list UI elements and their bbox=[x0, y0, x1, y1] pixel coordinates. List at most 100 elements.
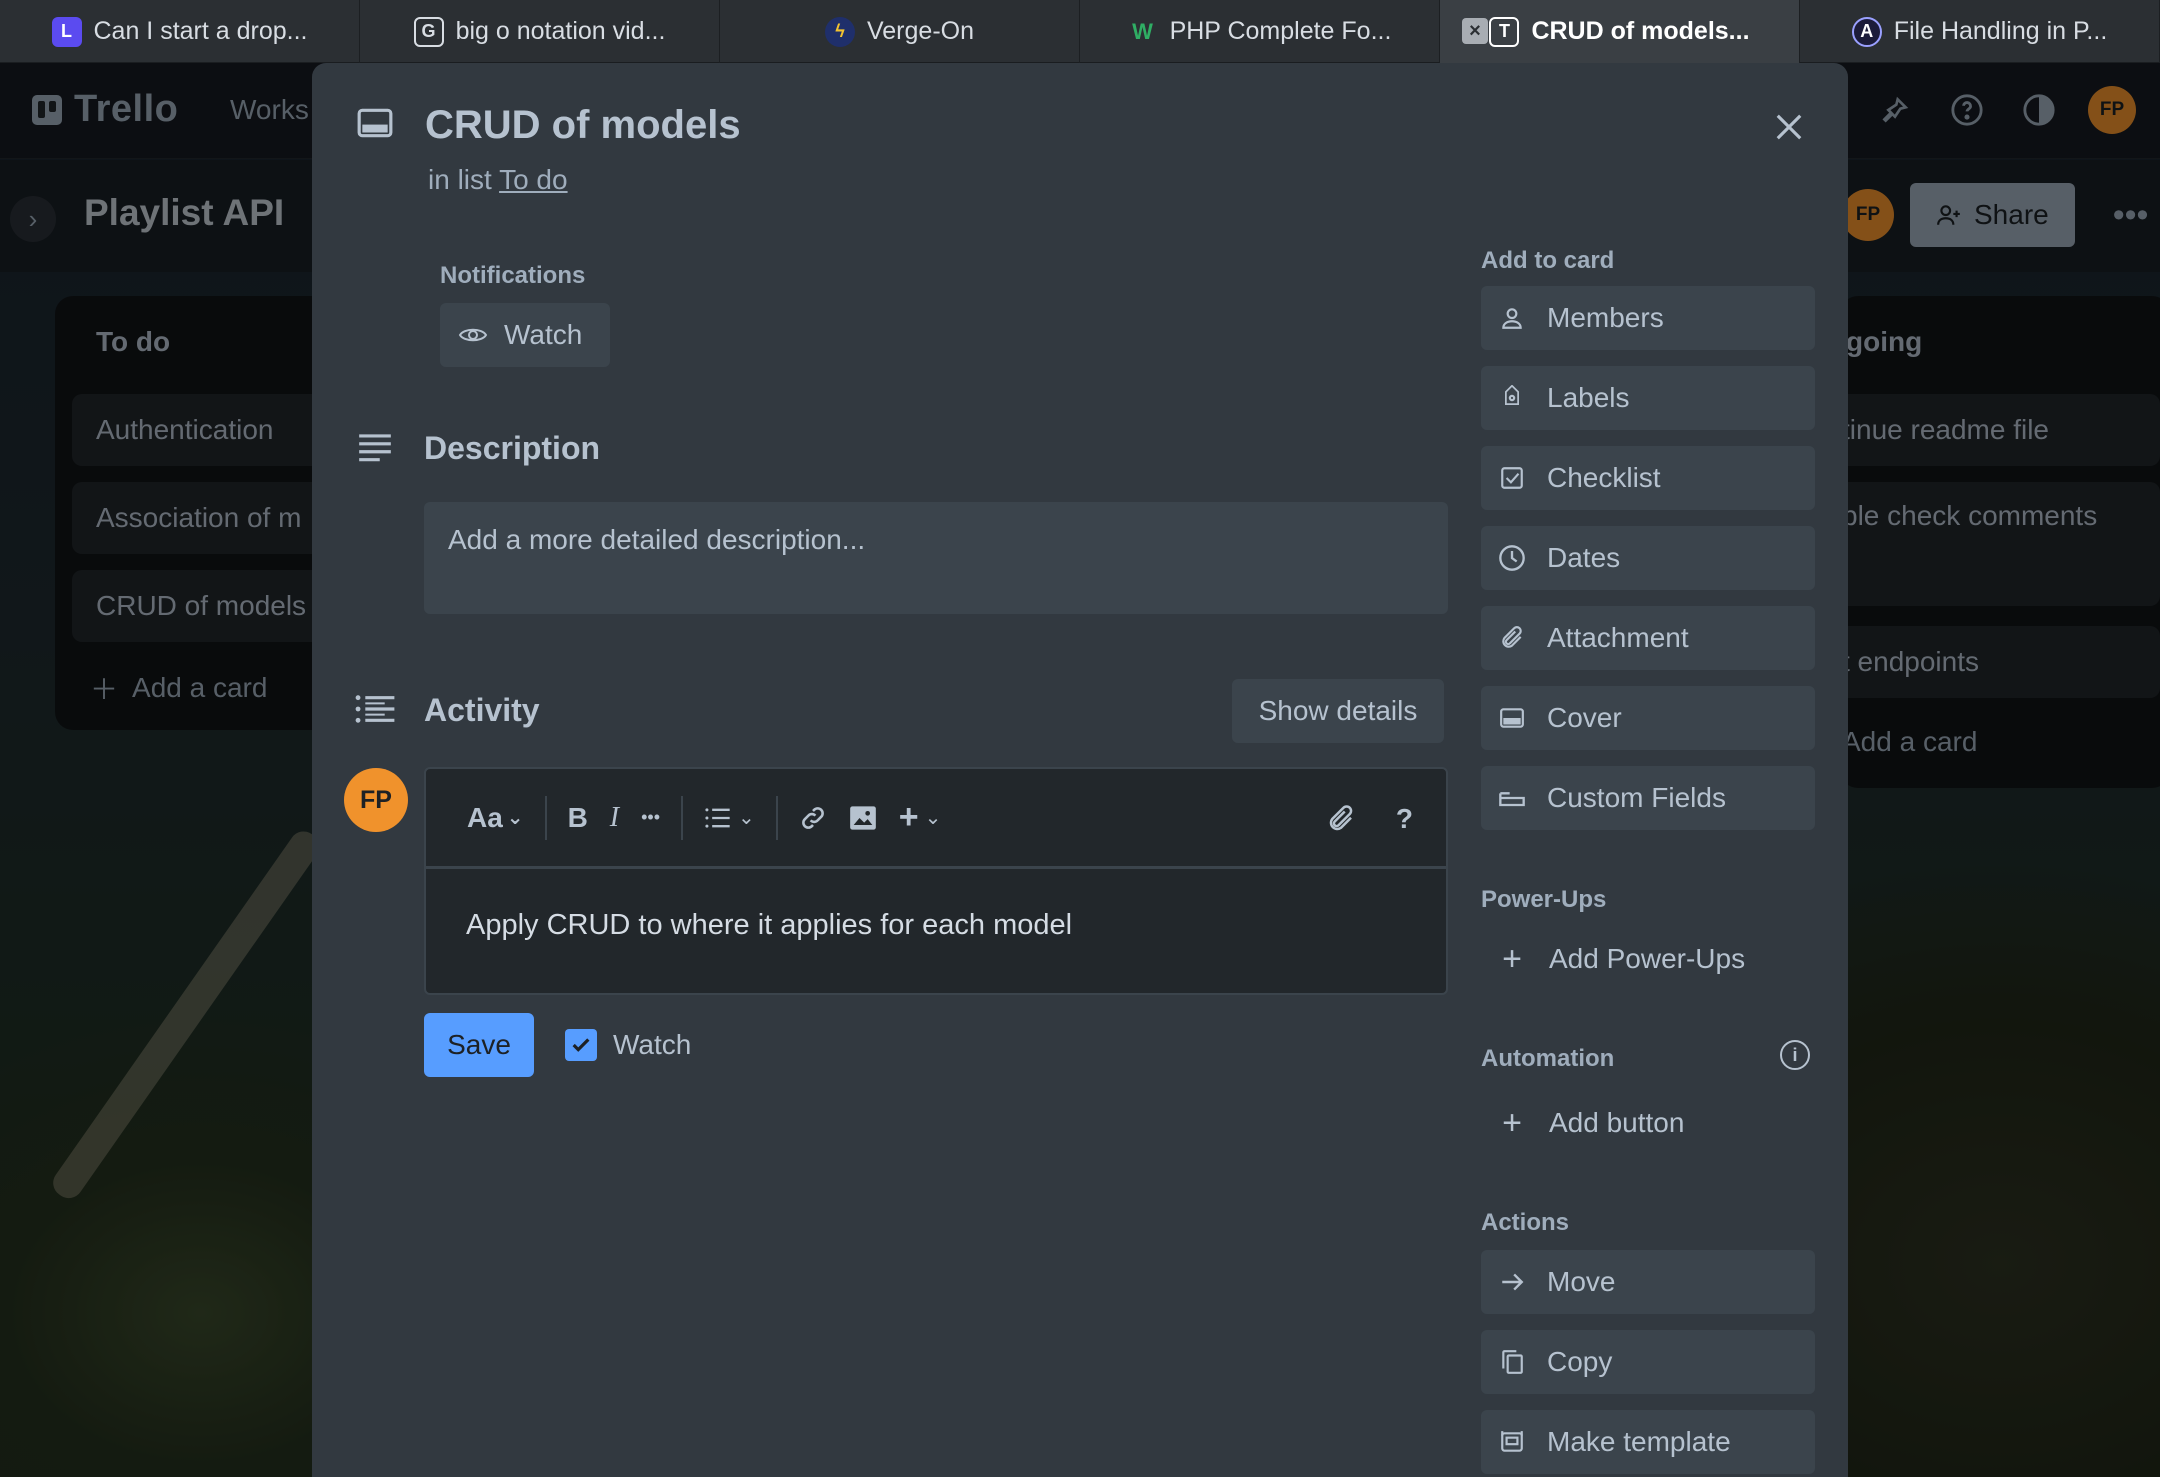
custom-fields-label: Custom Fields bbox=[1547, 782, 1726, 813]
watch-label: Watch bbox=[504, 319, 583, 350]
powerups-heading: Power-Ups bbox=[1481, 886, 1607, 913]
plus-icon: + bbox=[1502, 1103, 1522, 1142]
editor-toolbar: Aa ⌄ B I ••• ⌄ + ⌄ ? bbox=[426, 769, 1446, 869]
toolbar-divider bbox=[775, 795, 778, 840]
automation-heading: Automation bbox=[1481, 1045, 1615, 1072]
cover-label: Cover bbox=[1547, 702, 1622, 733]
close-tab-icon[interactable]: × bbox=[1462, 18, 1488, 44]
save-button[interactable]: Save bbox=[424, 1013, 534, 1077]
text-style-label: Aa bbox=[467, 801, 503, 833]
link-icon bbox=[801, 806, 824, 829]
labels-label: Labels bbox=[1547, 382, 1630, 413]
tab-title: Can I start a drop... bbox=[93, 17, 308, 45]
card-title[interactable]: CRUD of models bbox=[425, 103, 741, 148]
tab-favicon: A bbox=[1851, 16, 1882, 47]
tab-favicon: T bbox=[1489, 16, 1520, 47]
custom-fields-icon bbox=[1497, 783, 1527, 813]
in-list-prefix: in list bbox=[428, 164, 492, 195]
image-button[interactable] bbox=[838, 793, 888, 843]
comment-text[interactable]: Apply CRUD to where it applies for each … bbox=[426, 869, 1446, 982]
attachment-button[interactable] bbox=[1315, 794, 1367, 844]
dates-button[interactable]: Dates bbox=[1481, 526, 1815, 590]
commenter-avatar: FP bbox=[344, 768, 408, 832]
custom-fields-button[interactable]: Custom Fields bbox=[1481, 766, 1815, 830]
help-button[interactable]: ? bbox=[1385, 794, 1424, 844]
add-powerups-label: Add Power-Ups bbox=[1549, 943, 1746, 974]
make-template-label: Make template bbox=[1547, 1426, 1731, 1457]
description-heading: Description bbox=[424, 430, 601, 466]
labels-button[interactable]: Labels bbox=[1481, 366, 1815, 430]
browser-tab[interactable]: W PHP Complete Fo... bbox=[1080, 0, 1440, 63]
tab-favicon: G bbox=[413, 16, 444, 47]
browser-tab-strip: L Can I start a drop... G big o notation… bbox=[0, 0, 2160, 63]
arrow-right-icon bbox=[1497, 1267, 1527, 1297]
chevron-down-icon: ⌄ bbox=[924, 807, 942, 829]
members-button[interactable]: Members bbox=[1481, 286, 1815, 350]
italic-button[interactable]: I bbox=[599, 793, 630, 843]
bullet-list-icon bbox=[705, 807, 730, 828]
checklist-button[interactable]: Checklist bbox=[1481, 446, 1815, 510]
paperclip-icon bbox=[1329, 805, 1353, 831]
browser-tab[interactable]: A File Handling in P... bbox=[1800, 0, 2160, 63]
tab-title: Verge-On bbox=[866, 17, 974, 45]
tag-icon bbox=[1497, 383, 1527, 413]
list-button[interactable]: ⌄ bbox=[693, 793, 766, 843]
copy-button[interactable]: Copy bbox=[1481, 1330, 1815, 1394]
checkbox-checked-icon[interactable] bbox=[565, 1029, 597, 1061]
cover-button[interactable]: Cover bbox=[1481, 686, 1815, 750]
add-button-label: Add button bbox=[1549, 1107, 1685, 1138]
checkbox-icon bbox=[1497, 463, 1527, 493]
watch-checkbox-label: Watch bbox=[613, 1029, 692, 1060]
browser-tab[interactable]: ϟ Verge-On bbox=[720, 0, 1080, 63]
cover-icon bbox=[1497, 703, 1527, 733]
tab-favicon: W bbox=[1132, 18, 1153, 44]
clock-icon bbox=[1497, 543, 1527, 573]
chevron-down-icon: ⌄ bbox=[506, 807, 524, 829]
more-formatting-button[interactable]: ••• bbox=[630, 793, 671, 843]
description-input[interactable]: Add a more detailed description... bbox=[424, 502, 1448, 614]
dates-label: Dates bbox=[1547, 542, 1621, 573]
copy-label: Copy bbox=[1547, 1346, 1613, 1377]
attachment-button[interactable]: Attachment bbox=[1481, 606, 1815, 670]
list-link[interactable]: To do bbox=[499, 164, 568, 195]
add-to-card-heading: Add to card bbox=[1481, 247, 1615, 274]
plus-icon: + bbox=[1502, 939, 1522, 978]
tab-title: File Handling in P... bbox=[1893, 17, 2108, 45]
toolbar-divider bbox=[681, 795, 684, 840]
plus-icon: + bbox=[898, 798, 919, 836]
link-button[interactable] bbox=[788, 793, 838, 843]
move-label: Move bbox=[1547, 1266, 1616, 1297]
bold-button[interactable]: B bbox=[557, 793, 599, 843]
attachment-label: Attachment bbox=[1547, 622, 1689, 653]
description-icon bbox=[356, 430, 394, 469]
chevron-down-icon: ⌄ bbox=[738, 807, 755, 829]
text-style-button[interactable]: Aa ⌄ bbox=[456, 793, 535, 843]
toolbar-divider bbox=[544, 795, 547, 840]
comment-editor: Aa ⌄ B I ••• ⌄ + ⌄ ? Apply CRUD to where… bbox=[424, 767, 1448, 995]
verge-icon: ϟ bbox=[824, 16, 855, 47]
watch-button[interactable]: Watch bbox=[440, 303, 610, 367]
make-template-button[interactable]: Make template bbox=[1481, 1410, 1815, 1474]
eye-icon bbox=[458, 328, 488, 342]
browser-tab[interactable]: L Can I start a drop... bbox=[0, 0, 360, 63]
add-powerups-button[interactable]: + Add Power-Ups bbox=[1481, 927, 1745, 991]
watch-checkbox[interactable]: Watch bbox=[565, 1029, 691, 1061]
add-button-button[interactable]: + Add button bbox=[1481, 1091, 1684, 1155]
paperclip-icon bbox=[1497, 623, 1527, 653]
activity-icon bbox=[354, 692, 396, 731]
actions-heading: Actions bbox=[1481, 1209, 1570, 1236]
image-icon bbox=[849, 805, 876, 830]
info-icon[interactable]: i bbox=[1780, 1040, 1810, 1070]
members-label: Members bbox=[1547, 302, 1664, 333]
card-list-location: in list To do bbox=[428, 164, 568, 196]
insert-button[interactable]: + ⌄ bbox=[888, 793, 953, 843]
show-details-button[interactable]: Show details bbox=[1232, 679, 1444, 743]
browser-tab[interactable]: G big o notation vid... bbox=[360, 0, 720, 63]
notifications-label: Notifications bbox=[440, 262, 586, 289]
move-button[interactable]: Move bbox=[1481, 1250, 1815, 1314]
person-icon bbox=[1497, 303, 1527, 333]
browser-tab-active[interactable]: × T CRUD of models... bbox=[1440, 0, 1800, 63]
close-icon[interactable] bbox=[1764, 102, 1814, 152]
tab-favicon: L bbox=[51, 16, 82, 47]
tab-title: CRUD of models... bbox=[1531, 17, 1750, 45]
